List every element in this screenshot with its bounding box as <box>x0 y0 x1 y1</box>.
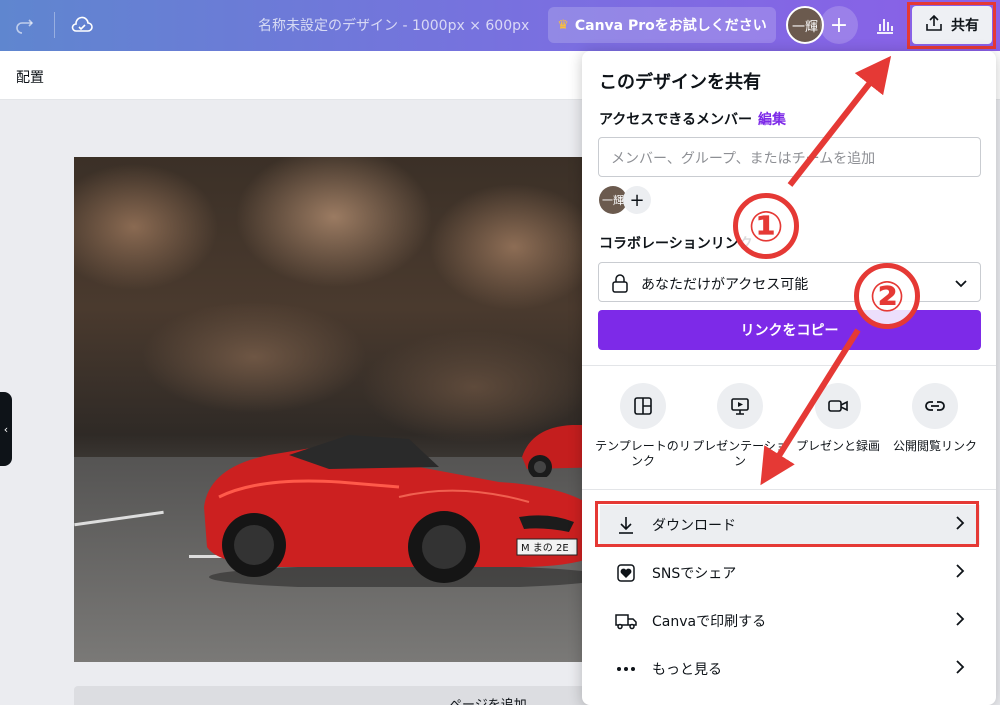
try-pro-label: Canva Proをお試しください <box>574 18 767 34</box>
chevron-right-icon <box>954 611 966 631</box>
truck-icon <box>614 609 638 633</box>
redo-icon[interactable] <box>10 11 38 39</box>
divider <box>582 489 996 490</box>
member-search-input[interactable]: メンバー、グループ、またはチームを追加 <box>598 137 981 177</box>
template-link-label: テンプレートのリンク <box>595 439 691 468</box>
add-page-label: ページを追加 <box>449 694 527 705</box>
step-2-marker: ② <box>854 263 920 329</box>
share-label: 共有 <box>951 18 979 34</box>
top-bar: 名称未設定のデザイン - 1000px × 600px ♛ Canva Proを… <box>0 0 1000 51</box>
chevron-down-icon <box>954 275 968 294</box>
present-and-record-label: プレゼンと録画 <box>795 439 880 453</box>
collab-link-label: コラボレーションリンク <box>599 236 753 252</box>
download-row[interactable]: ダウンロード <box>600 505 980 545</box>
cloud-saved-icon[interactable] <box>68 11 96 39</box>
share-panel-title: このデザインを共有 <box>599 72 761 93</box>
arrange-button[interactable]: 配置 <box>16 67 44 87</box>
add-member-button[interactable]: + <box>623 186 651 214</box>
access-members-label: アクセスできるメンバー <box>599 112 753 128</box>
presentation-icon <box>717 383 763 429</box>
presentation-option[interactable]: プレゼンテーション <box>690 383 790 469</box>
copy-link-button[interactable]: リンクをコピー <box>598 310 981 350</box>
link-icon <box>912 383 958 429</box>
download-label: ダウンロード <box>652 518 736 534</box>
lock-icon <box>611 273 629 297</box>
social-share-row[interactable]: SNSでシェア <box>600 553 980 593</box>
print-row[interactable]: Canvaで印刷する <box>600 601 980 641</box>
record-icon <box>815 383 861 429</box>
toolbar-divider <box>54 12 55 38</box>
template-link-option[interactable]: テンプレートのリンク <box>593 383 693 469</box>
public-view-link-option[interactable]: 公開閲覧リンク <box>885 383 985 454</box>
share-panel: このデザインを共有 アクセスできるメンバー 編集 メンバー、グループ、またはチー… <box>582 51 996 705</box>
present-and-record-option[interactable]: プレゼンと録画 <box>788 383 888 454</box>
design-canvas[interactable]: M まの 2E <box>74 157 594 662</box>
share-button[interactable]: 共有 <box>912 6 992 44</box>
access-level-value: あなただけがアクセス可能 <box>641 277 809 293</box>
insights-icon[interactable] <box>868 8 902 42</box>
add-collaborator-button[interactable]: + <box>820 6 858 44</box>
print-label: Canvaで印刷する <box>652 614 767 630</box>
document-title[interactable]: 名称未設定のデザイン - 1000px × 600px <box>258 15 529 35</box>
public-view-link-label: 公開閲覧リンク <box>892 439 977 453</box>
more-label: もっと見る <box>652 662 722 678</box>
more-icon <box>614 657 638 681</box>
edit-access-link[interactable]: 編集 <box>758 109 786 129</box>
crown-icon: ♛ <box>557 17 569 33</box>
presentation-label: プレゼンテーション <box>692 439 788 468</box>
social-share-label: SNSでシェア <box>652 566 737 582</box>
divider <box>582 365 996 366</box>
chevron-right-icon <box>954 659 966 679</box>
chevron-right-icon <box>954 515 966 535</box>
upload-icon <box>925 14 943 36</box>
forest-background <box>74 157 594 457</box>
collapse-panel-tab[interactable]: ‹ <box>0 392 12 466</box>
red-car-image: M まの 2E <box>204 435 594 587</box>
step-1-marker: ① <box>733 193 799 259</box>
download-icon <box>614 513 638 537</box>
svg-text:M まの 2E: M まの 2E <box>521 542 569 554</box>
access-level-select[interactable]: あなただけがアクセス可能 <box>598 262 981 302</box>
add-page-bar[interactable]: ページを追加 <box>74 686 594 705</box>
heart-icon <box>614 561 638 585</box>
user-avatar[interactable]: 一輝 <box>786 6 824 44</box>
chevron-right-icon <box>954 563 966 583</box>
more-row[interactable]: もっと見る <box>600 649 980 689</box>
template-icon <box>620 383 666 429</box>
try-pro-button[interactable]: ♛ Canva Proをお試しください <box>548 7 776 43</box>
